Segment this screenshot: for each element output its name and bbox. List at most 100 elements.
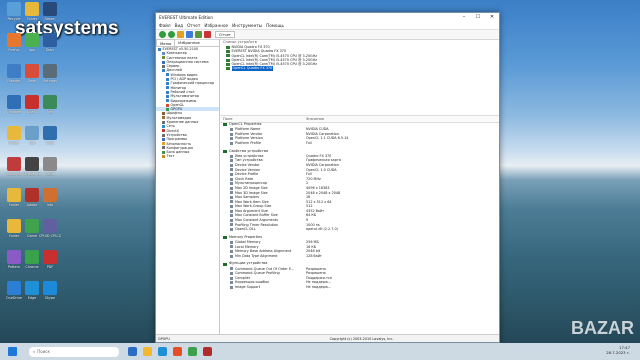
status-copyright: Copyright (c) 2003-2010 Lavalys, Inc. — [329, 336, 394, 341]
app-icon — [25, 2, 39, 16]
window-titlebar[interactable]: EVEREST Ultimate Edition – ☐ ✕ — [156, 13, 499, 22]
app-icon — [25, 157, 39, 171]
tree-node-icon — [162, 155, 165, 159]
corner-watermark: BAZAR — [571, 318, 634, 338]
property-icon — [230, 137, 233, 141]
edge-icon[interactable] — [158, 347, 167, 356]
property-value: Full — [306, 140, 312, 145]
desktop-icon[interactable]: Docs — [38, 33, 62, 52]
app-icon — [25, 250, 39, 264]
taskview-icon[interactable] — [128, 347, 137, 356]
tree-node-icon — [162, 133, 165, 137]
firefox-icon[interactable] — [173, 347, 182, 356]
tree-node-icon — [166, 107, 169, 111]
chart-icon[interactable] — [204, 31, 211, 38]
property-field: Platform Profile — [220, 141, 304, 146]
tree-item[interactable]: Тест — [156, 154, 219, 158]
desktop-icon[interactable]: CPUID CPU-Z — [38, 219, 62, 238]
property-name: Platform Profile — [235, 140, 261, 145]
taskbar: ⌕ Поиск 17:47 28.7.2023 г. — [0, 343, 640, 360]
desktop-icon[interactable]: PDF — [38, 250, 62, 269]
property-icon — [230, 168, 233, 172]
property-icon — [230, 271, 233, 275]
up-icon[interactable] — [177, 31, 184, 38]
app-icon — [7, 95, 21, 109]
minimize-button[interactable]: – — [457, 13, 471, 22]
tree-node-icon — [162, 64, 165, 68]
aida64-icon[interactable] — [203, 347, 212, 356]
close-button[interactable]: ✕ — [485, 13, 499, 22]
desktop-icon-label: Net — [47, 110, 53, 114]
menu-file[interactable]: Файл — [159, 23, 171, 28]
desktop-icon[interactable]: Tools — [38, 126, 62, 145]
menu-view[interactable]: Вид — [175, 23, 184, 28]
app-icon — [25, 188, 39, 202]
menu-report[interactable]: Отчет — [187, 23, 200, 28]
app-icon — [25, 33, 39, 47]
app-icon — [7, 219, 21, 233]
back-icon[interactable] — [159, 31, 166, 38]
property-icon — [230, 159, 233, 163]
tree-node-icon — [162, 142, 165, 146]
desktop-icon-label: Docs — [45, 48, 55, 52]
app-icon — [25, 281, 39, 295]
desktop-icon-label: Skype — [44, 296, 56, 300]
system-tray[interactable]: 17:47 28.7.2023 г. — [606, 345, 630, 355]
desktop-icon[interactable]: Steam — [38, 2, 62, 21]
desktop-icon-label: Info — [46, 203, 54, 207]
report-button[interactable]: Отчет — [215, 31, 235, 38]
desktop-icon[interactable]: Skype — [38, 281, 62, 300]
desktop-icon-label: Steam — [44, 17, 56, 21]
property-icon — [230, 195, 233, 199]
everest-window: EVEREST Ultimate Edition – ☐ ✕ Файл Вид … — [155, 12, 500, 343]
start-icon[interactable] — [8, 347, 17, 356]
property-icon — [230, 250, 233, 254]
chrome-icon[interactable] — [188, 347, 197, 356]
tab-favorites[interactable]: Избранное — [175, 39, 203, 46]
menu-help[interactable]: Помощь — [266, 23, 284, 28]
refresh-icon[interactable] — [186, 31, 193, 38]
taskbar-search[interactable]: ⌕ Поиск — [28, 345, 120, 358]
tree-node-icon — [166, 77, 169, 81]
property-icon — [230, 132, 233, 136]
desktop-icon[interactable]: Setup — [38, 157, 62, 176]
app-icon — [7, 250, 21, 264]
tab-menu[interactable]: Меню — [156, 39, 176, 46]
desktop-icons: Recycle Firefox Blender Windows Folder Cataly… — [0, 0, 61, 336]
app-icon — [43, 281, 57, 295]
desktop-icon[interactable]: Net — [38, 95, 62, 114]
forward-icon[interactable] — [168, 31, 175, 38]
maximize-button[interactable]: ☐ — [471, 13, 485, 22]
app-icon — [7, 33, 21, 47]
search-placeholder: Поиск — [37, 349, 50, 354]
desktop-icon[interactable]: Settings — [38, 64, 62, 83]
property-name: Image Support — [235, 284, 261, 289]
property-icon — [230, 276, 233, 280]
device-row[interactable]: OpenCL Quadro FX 370 — [220, 66, 499, 71]
desktop-icon-label: Tools — [45, 141, 55, 145]
tree-node-icon — [162, 146, 165, 150]
menu-favorites[interactable]: Избранное — [204, 23, 228, 28]
tree-node-icon — [158, 47, 161, 51]
explorer-icon[interactable] — [143, 347, 152, 356]
property-icon — [230, 281, 233, 285]
app-icon — [7, 281, 21, 295]
desktop-icon[interactable]: Info — [38, 188, 62, 207]
search-icon: ⌕ — [33, 349, 36, 354]
property-icon — [230, 254, 233, 258]
window-body: Меню Избранное EVEREST v5.50.2100 Компьют… — [156, 39, 499, 335]
property-icon — [230, 209, 233, 213]
tree-panel: Меню Избранное EVEREST v5.50.2100 Компьют… — [156, 39, 220, 335]
property-icon — [230, 154, 233, 158]
tree-node-icon — [166, 99, 169, 103]
menu-tools[interactable]: Инструменты — [232, 23, 262, 28]
desktop-icon-label: Settings — [43, 79, 57, 83]
device-icon — [226, 67, 230, 71]
property-field: Min Data Type Alignment — [220, 254, 304, 259]
device-icon — [226, 58, 230, 62]
app-icon — [7, 2, 21, 16]
menu-bar: Файл Вид Отчет Избранное Инструменты Пом… — [156, 22, 499, 30]
desktop-icon-label: PDF — [46, 265, 54, 269]
user-icon[interactable] — [195, 31, 202, 38]
